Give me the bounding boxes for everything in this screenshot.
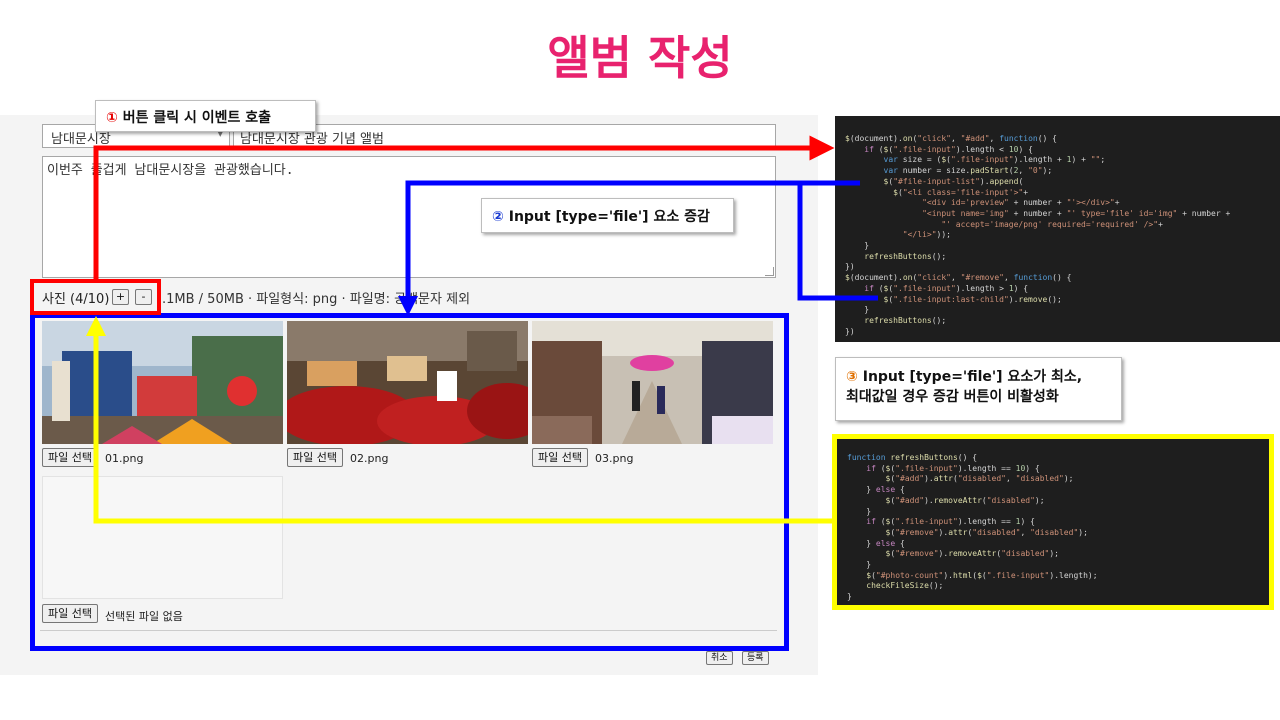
callout-text-2: Input [type='file'] 요소 증감: [508, 209, 710, 225]
callout-text-3a: Input [type='file'] 요소가 최소,: [862, 369, 1083, 385]
code-snippet-add-remove: $(document).on("click", "#add", function…: [835, 116, 1280, 342]
callout-number-1: ①: [106, 110, 118, 126]
category-value: 남대문시장: [51, 132, 111, 147]
callout-text-1: 버튼 클릭 시 이벤트 호출: [122, 110, 272, 126]
callout-number-3: ③: [846, 369, 858, 385]
page-title: 앨범 작성: [547, 31, 733, 85]
callout-input-change: ② Input [type='file'] 요소 증감: [481, 198, 734, 233]
callout-event: ① 버튼 클릭 시 이벤트 호출: [95, 100, 316, 132]
cancel-button[interactable]: 취소: [706, 651, 733, 665]
file-limit-info: .1MB / 50MB · 파일형식: png · 파일명: 공백문자 제외: [162, 292, 471, 307]
photo-list-highlight: [30, 313, 789, 651]
body-text: 이번주 즐겁게 남대문시장을 관광했습니다.: [47, 163, 294, 178]
callout-number-2: ②: [492, 209, 504, 225]
refresh-code-highlight: [832, 434, 1274, 610]
photo-buttons-highlight: [30, 279, 161, 315]
resize-handle-icon[interactable]: [765, 267, 774, 276]
callout-disable: ③ Input [type='file'] 요소가 최소, 최대값일 경우 증감…: [835, 357, 1122, 421]
submit-button[interactable]: 등록: [742, 651, 769, 665]
callout-text-3b: 최대값일 경우 증감 버튼이 비활성화: [846, 389, 1059, 405]
